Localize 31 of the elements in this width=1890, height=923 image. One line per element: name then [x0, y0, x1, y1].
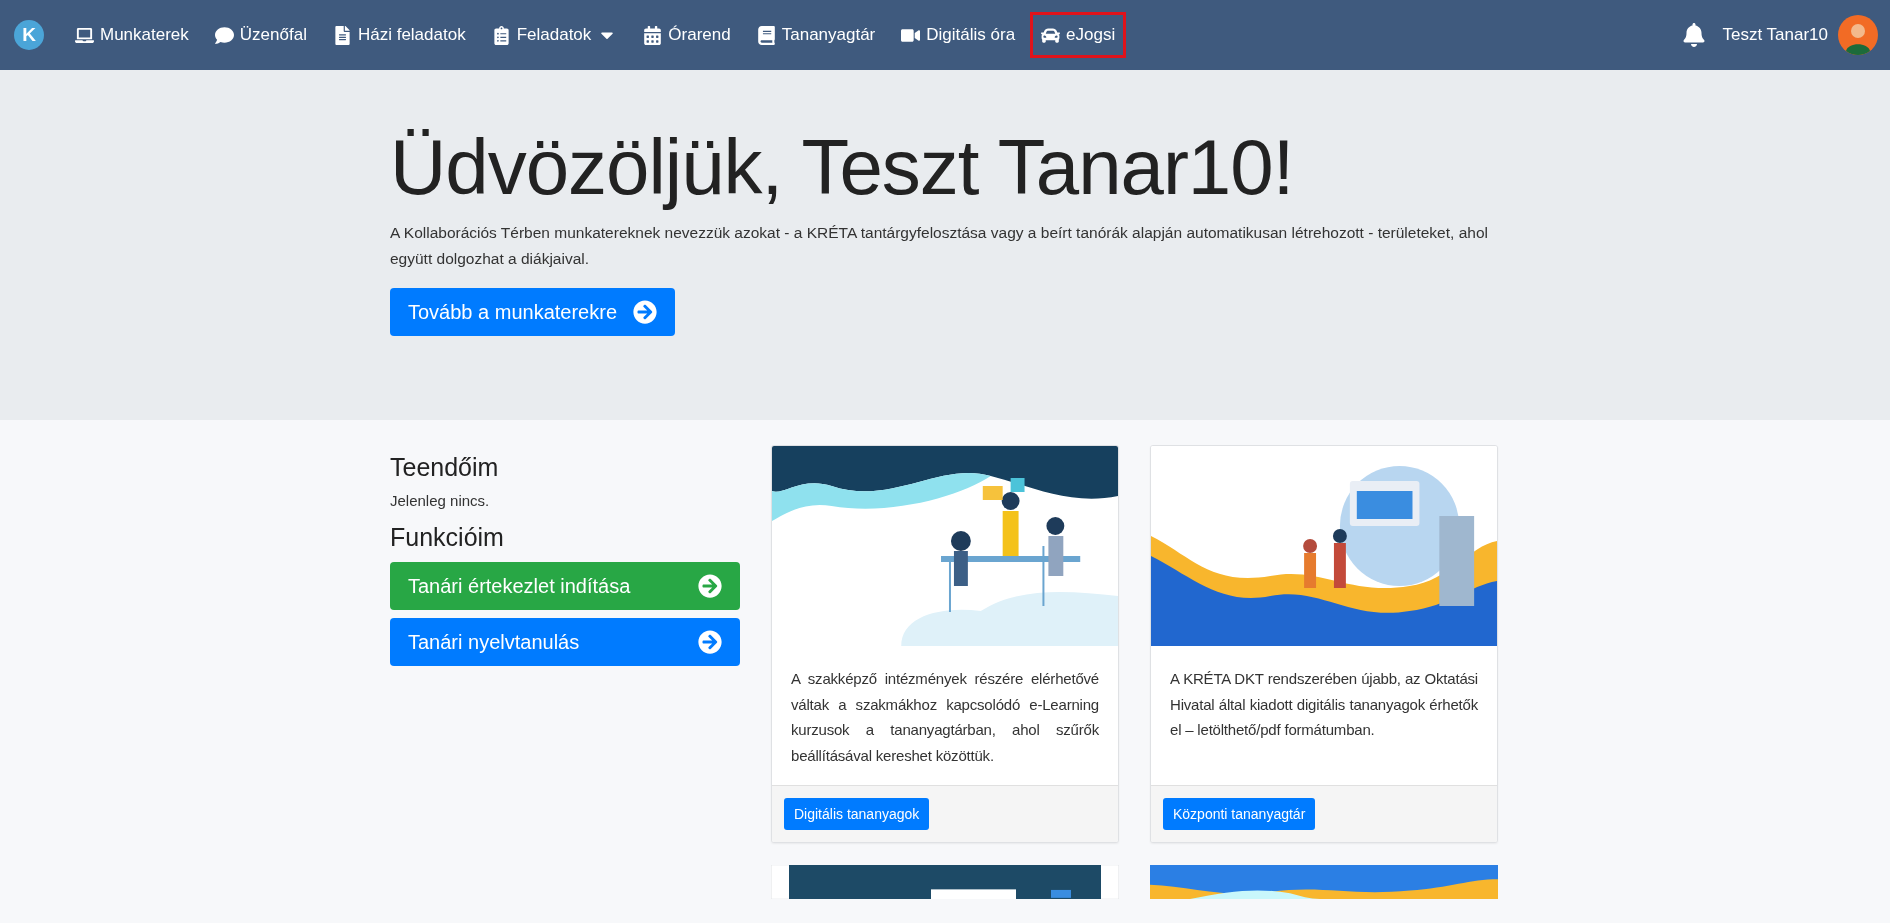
section-heading: Teendőim	[390, 453, 500, 482]
function-button[interactable]: Tanári nyelvtanulás	[390, 618, 740, 666]
welcome-text: A Kollaborációs Térben munkatereknek nevezzük azokat - a KRÉTA tantárgyfelosztása vagy a beírt tanórák alapján automatikusan létrehozott - területeket, ahol együtt dolgozhat a diákjaival.	[390, 223, 1489, 269]
section-heading: Funkcióim	[390, 523, 505, 552]
car-icon	[1041, 25, 1061, 45]
workspaces-button[interactable]: Tovább a munkaterekre	[390, 288, 675, 336]
user-name[interactable]: Teszt Tanar10	[1722, 25, 1828, 45]
notification-bell-icon[interactable]	[1682, 23, 1707, 47]
nav-link[interactable]: Feladatok	[480, 12, 629, 58]
nav-link[interactable]: Házi feladatok	[321, 12, 477, 58]
speech-bubble-icon	[214, 25, 234, 45]
arrow-right-icon	[698, 574, 722, 598]
nav-link[interactable]: Digitális óra	[890, 12, 1027, 58]
card-text: A szakképző intézmények részére elérhetővé váltak a szakmákhoz kapcsolódó e-Learning kurzusok a tananyagtárban, ahol szűrők beállításával kereshet közöttük.	[790, 669, 1100, 766]
nav-link[interactable]: Tananyagtár	[745, 12, 887, 58]
nav-link[interactable]: Munkaterek	[64, 12, 200, 58]
card-button[interactable]: Digitális tananyagok	[784, 798, 930, 830]
card-text: A KRÉTA DKT rendszerében újabb, az Oktatási Hivatal által kiadott digitális tananyagok érhetők el – letölthető/pdf formátumban.	[1169, 669, 1479, 740]
book-icon	[756, 25, 776, 45]
laptop-icon	[75, 25, 94, 45]
avatar-icon[interactable]	[1838, 15, 1878, 55]
empty-text: Jelenleg nincs.	[390, 492, 491, 509]
document-icon	[332, 25, 352, 45]
clipboard-icon	[491, 25, 511, 45]
nav-link[interactable]: eJogsi	[1030, 12, 1127, 58]
arrow-right-icon	[633, 300, 657, 324]
card-button[interactable]: Központi tananyagtár	[1163, 798, 1316, 830]
calendar-icon	[643, 25, 663, 45]
nav-link[interactable]: Üzenőfal	[203, 12, 318, 58]
nav-link[interactable]: Órarend	[632, 12, 742, 58]
arrow-right-icon	[698, 630, 722, 654]
